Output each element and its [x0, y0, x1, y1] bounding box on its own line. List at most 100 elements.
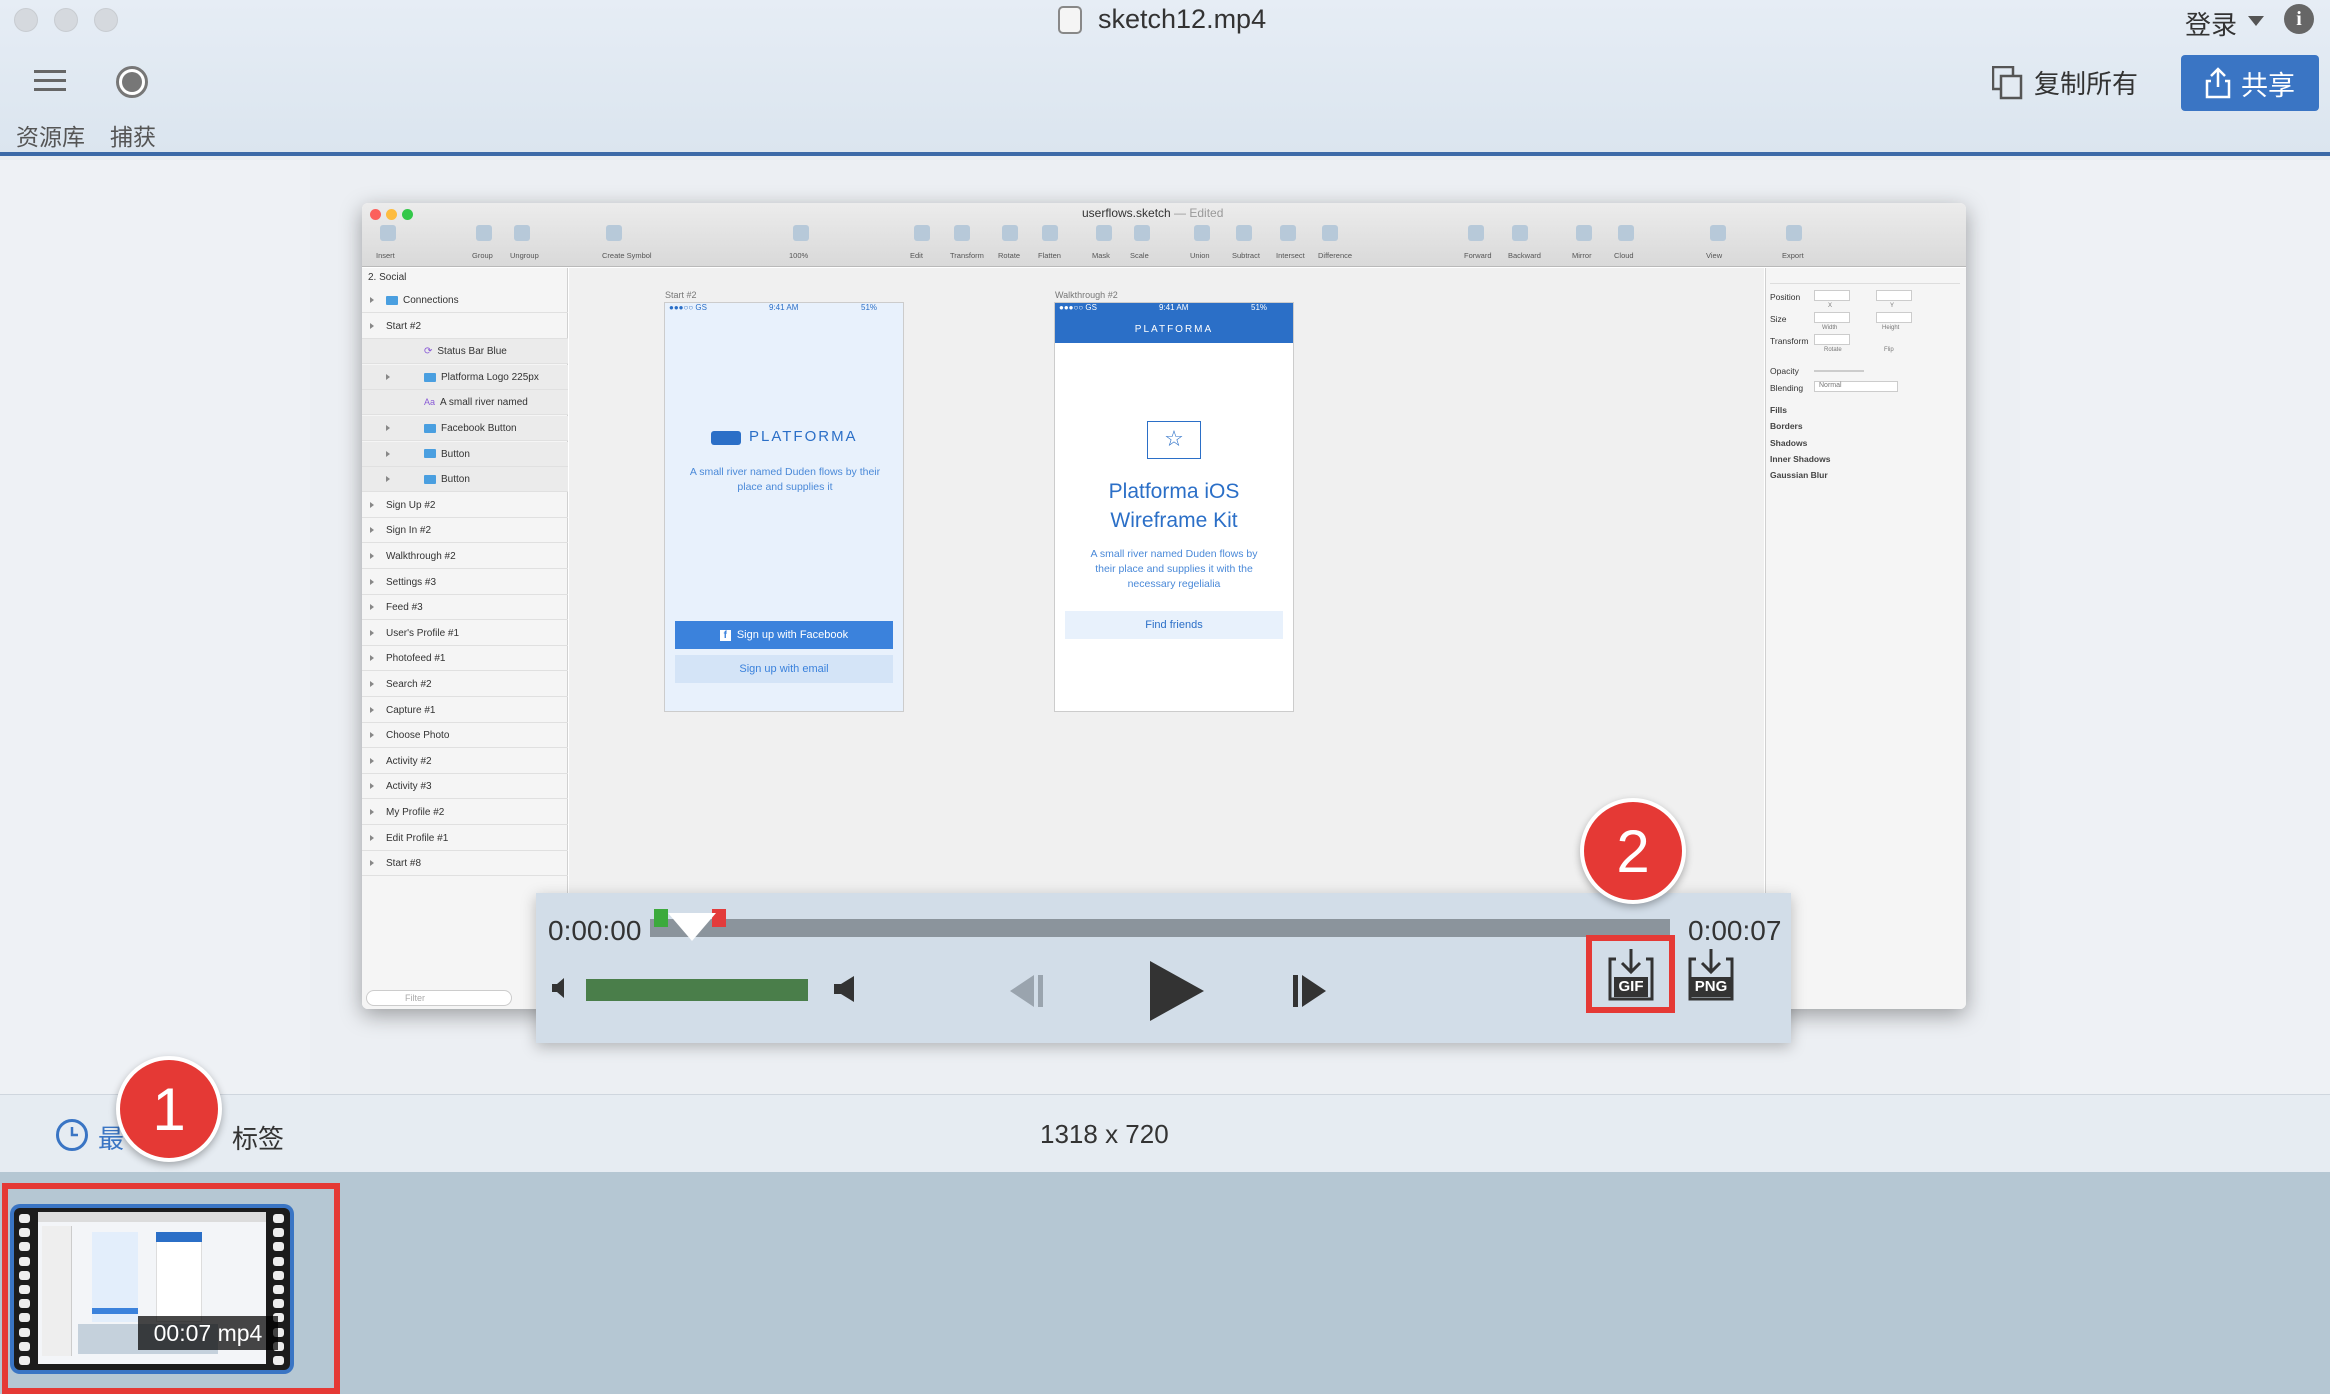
- layer-row: Capture #1: [362, 698, 568, 723]
- fills-label: Fills: [1770, 405, 1788, 415]
- layer-name: Start #2: [386, 320, 422, 332]
- login-button[interactable]: 登录: [2185, 5, 2237, 42]
- library-filter-bar: 最 标签 1318 x 720: [0, 1094, 2330, 1172]
- sketch-tool-icon: [914, 225, 930, 241]
- layer-row: Feed #3: [362, 595, 568, 621]
- capture-button[interactable]: [116, 66, 148, 98]
- walkthrough-header: ●●●○○ GS 9:41 AM 51% PLATFORMA: [1055, 303, 1293, 343]
- volume-mute-icon[interactable]: [550, 977, 570, 999]
- layer-name: Walkthrough #2: [386, 551, 456, 562]
- sketch-tool-icon: [1280, 225, 1296, 241]
- play-button[interactable]: [1146, 961, 1206, 1021]
- sketch-tool-icon: [1194, 225, 1210, 241]
- sketch-close-button: [370, 209, 381, 220]
- close-window-button[interactable]: [14, 8, 38, 32]
- borders-label: Borders: [1770, 421, 1803, 431]
- layer-row: Walkthrough #2: [362, 544, 568, 569]
- film-hole: [19, 1327, 30, 1337]
- find-friends-button: Find friends: [1065, 611, 1283, 639]
- sketch-toolbar-icons: [362, 223, 1966, 249]
- zoom-window-button[interactable]: [94, 8, 118, 32]
- opacity-slider: [1814, 370, 1864, 372]
- copy-all-button[interactable]: [1991, 65, 2024, 100]
- copy-all-label[interactable]: 复制所有: [2034, 64, 2138, 101]
- trim-start-handle[interactable]: [654, 909, 668, 927]
- layer-row: ⟳ Status Bar Blue: [362, 339, 568, 365]
- film-hole: [19, 1341, 30, 1351]
- sketch-tool-icon: [1096, 225, 1112, 241]
- disclosure-triangle-icon: [370, 783, 374, 790]
- film-hole: [19, 1228, 30, 1238]
- layer-name: My Profile #2: [386, 807, 445, 818]
- sketch-tool-label: Transform: [950, 251, 984, 260]
- kit-body: A small river named Duden flows by their…: [1090, 548, 1258, 590]
- sketch-screenshot: userflows.sketch — Edited Insert Group Ung…: [362, 203, 1966, 1009]
- disclosure-triangle-icon: [370, 629, 374, 636]
- layer-row: Search #2: [362, 672, 568, 697]
- library-button[interactable]: [34, 68, 66, 94]
- sketch-tool-icon: [1576, 225, 1592, 241]
- layer-row: Button: [362, 467, 568, 493]
- sketch-tool-label: Backward: [1508, 251, 1541, 260]
- sketch-tool-label: Mask: [1092, 251, 1110, 260]
- step-back-icon: [1010, 975, 1043, 1007]
- inspector-panel: Position X Y Size Width Height Transform…: [1765, 268, 1966, 1009]
- volume-max-icon[interactable]: [832, 975, 860, 1003]
- x-label: X: [1828, 303, 1833, 309]
- video-thumbnail[interactable]: 00:07 mp4: [14, 1208, 290, 1370]
- sketch-tool-icon: [380, 225, 396, 241]
- flip-label: Flip: [1884, 347, 1894, 353]
- height-field: [1876, 312, 1912, 323]
- tagline: A small river named Duden flows by their…: [689, 466, 881, 493]
- email-signup-button: Sign up with email: [675, 655, 893, 683]
- position-label: Position: [1770, 292, 1801, 302]
- step-badge-1: 1: [116, 1056, 222, 1162]
- layer-row: Connections: [362, 288, 568, 313]
- png-label: PNG: [1694, 978, 1728, 995]
- current-time: 0:00:00: [548, 915, 642, 946]
- film-hole: [273, 1242, 284, 1252]
- sketch-tool-icon: [1512, 225, 1528, 241]
- sketch-tool-label: Insert: [376, 251, 395, 260]
- sketch-tool-label: Flatten: [1038, 251, 1061, 260]
- layer-name: Feed #3: [386, 602, 423, 614]
- y-label: Y: [1890, 303, 1895, 309]
- previous-frame-button[interactable]: [1006, 971, 1046, 1011]
- layer-row: Activity #3: [362, 774, 568, 800]
- sketch-tool-label: Intersect: [1276, 251, 1305, 260]
- playhead[interactable]: [668, 913, 716, 941]
- share-button[interactable]: 共享: [2181, 55, 2319, 111]
- sketch-tool-icon: [514, 225, 530, 241]
- layer-name: Choose Photo: [386, 730, 450, 742]
- minimize-window-button[interactable]: [54, 8, 78, 32]
- sketch-tool-label: Cloud: [1614, 251, 1634, 260]
- info-icon[interactable]: i: [2284, 4, 2314, 34]
- sketch-tool-label: Scale: [1130, 251, 1149, 260]
- chevron-down-icon[interactable]: [2248, 16, 2264, 26]
- page-selector: 2. Social: [368, 272, 407, 283]
- disclosure-triangle-icon: [386, 425, 390, 431]
- artboard-label: Start #2: [665, 290, 697, 300]
- timeline-track[interactable]: [650, 919, 1670, 937]
- export-gif-button[interactable]: GIF: [1606, 949, 1656, 1003]
- layer-name: A small river named: [440, 397, 528, 409]
- disclosure-triangle-icon: [370, 578, 374, 585]
- next-frame-button[interactable]: [1290, 971, 1330, 1011]
- video-player-controls: 0:00:00 0:00:07 GIF PNG: [536, 893, 1791, 1043]
- sketch-tool-icon: [1786, 225, 1802, 241]
- disclosure-triangle-icon: [370, 860, 374, 867]
- film-hole: [19, 1285, 30, 1294]
- status-bar: ●●●○○ GS 9:41 AM 51%: [669, 303, 878, 312]
- export-png-button[interactable]: PNG: [1686, 949, 1736, 1003]
- width-label: Width: [1822, 325, 1838, 331]
- film-hole: [19, 1356, 30, 1365]
- rotate-field: [1814, 334, 1850, 345]
- sketch-tool-label: Difference: [1318, 251, 1353, 260]
- disclosure-triangle-icon: [370, 604, 374, 611]
- volume-slider[interactable]: [586, 979, 808, 1001]
- sketch-tool-icon: [793, 225, 809, 241]
- film-hole: [19, 1214, 30, 1223]
- folder-icon: [386, 295, 398, 305]
- tags-tab[interactable]: 标签: [232, 1119, 284, 1156]
- clock-icon[interactable]: [56, 1119, 88, 1151]
